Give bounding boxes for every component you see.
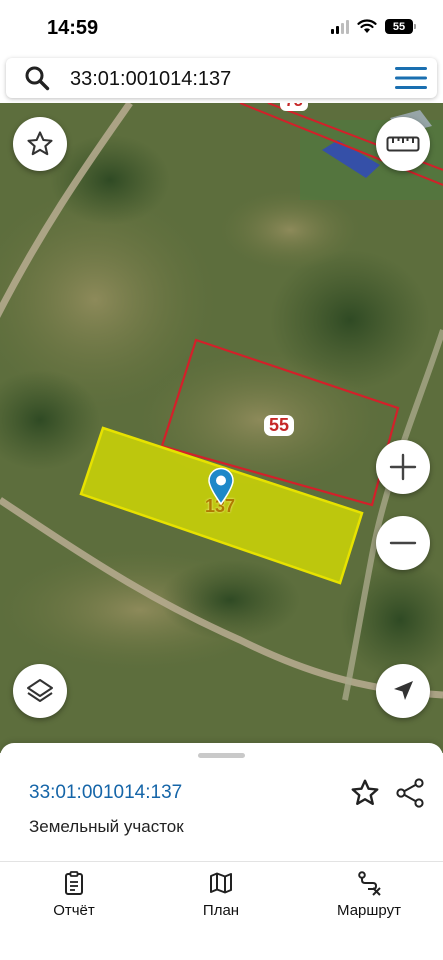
status-time: 14:59 <box>47 17 99 39</box>
cellular-signal-icon <box>331 19 349 34</box>
parcel-label-73: 73 <box>280 103 308 111</box>
ruler-icon <box>386 136 420 152</box>
map-icon <box>210 872 232 894</box>
layers-button[interactable] <box>13 664 67 718</box>
zoom-out-button[interactable] <box>376 516 430 570</box>
navigation-arrow-icon <box>394 681 413 700</box>
nav-plan[interactable]: План <box>161 870 281 919</box>
satellite-map[interactable]: 73 55 137 <box>0 103 443 753</box>
zoom-out-icon <box>389 541 417 545</box>
map-imagery <box>0 103 443 753</box>
zoom-in-icon <box>389 453 417 481</box>
bottom-sheet[interactable]: 33:01:001014:137 Земельный участок Отчёт… <box>0 743 443 960</box>
location-pin-icon[interactable] <box>207 467 235 505</box>
wifi-icon <box>357 19 377 33</box>
layers-icon <box>27 679 53 702</box>
nav-route-label: Маршрут <box>337 902 401 919</box>
my-location-button[interactable] <box>376 664 430 718</box>
favorite-button[interactable] <box>13 117 67 171</box>
cadastral-number[interactable]: 33:01:001014:137 <box>29 782 182 804</box>
menu-icon[interactable] <box>395 66 427 90</box>
parcel-label-55: 55 <box>264 415 295 436</box>
zoom-in-button[interactable] <box>376 440 430 494</box>
object-type: Земельный участок <box>29 817 184 836</box>
status-bar: 14:59 55 <box>0 0 443 56</box>
search-icon[interactable] <box>24 65 50 91</box>
ruler-button[interactable] <box>376 117 430 171</box>
route-icon <box>358 871 381 896</box>
search-input[interactable]: 33:01:001014:137 <box>70 68 231 91</box>
status-icons: 55 <box>331 19 416 34</box>
nav-plan-label: План <box>202 902 240 919</box>
sheet-drag-handle[interactable] <box>198 753 245 758</box>
search-bar[interactable]: 33:01:001014:137 <box>6 58 437 98</box>
star-icon <box>27 131 53 156</box>
report-icon <box>65 871 83 895</box>
star-icon[interactable] <box>349 777 381 809</box>
nav-report-label: Отчёт <box>53 902 95 919</box>
share-icon[interactable] <box>394 777 426 809</box>
nav-report[interactable]: Отчёт <box>14 870 134 919</box>
nav-route[interactable]: Маршрут <box>309 870 429 919</box>
battery-icon: 55 <box>385 19 416 34</box>
sheet-divider <box>0 861 443 862</box>
